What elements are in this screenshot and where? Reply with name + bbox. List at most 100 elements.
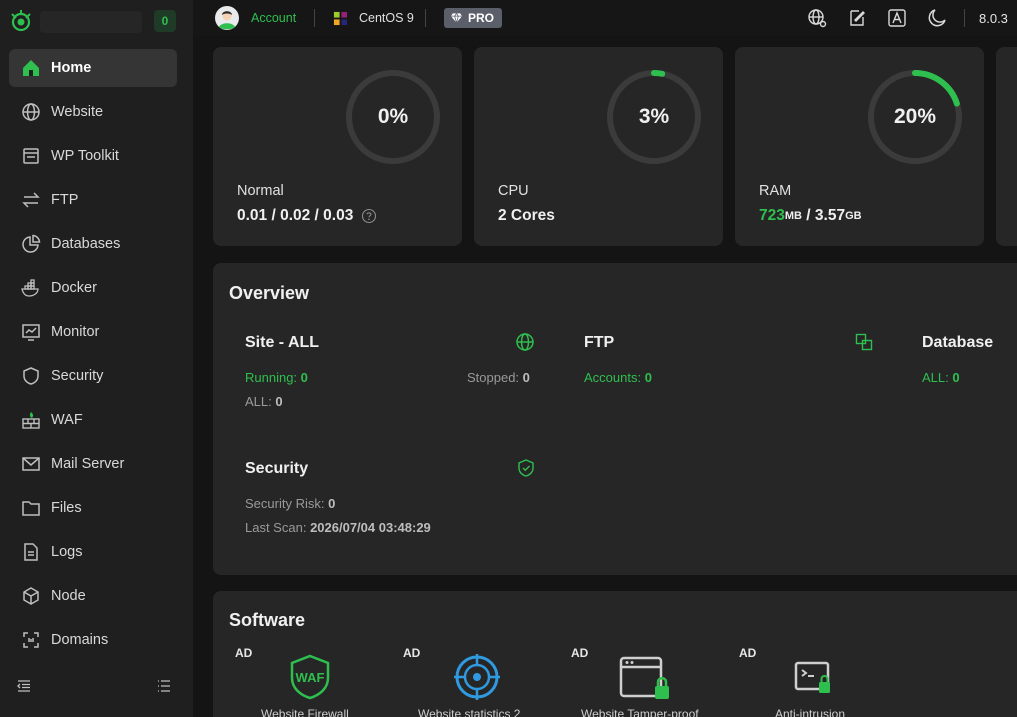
security-risk-count: 0 xyxy=(328,496,336,511)
help-icon[interactable] xyxy=(361,208,377,224)
ram-separator: / xyxy=(801,207,815,224)
mail-icon xyxy=(22,457,40,471)
load-average: 0.01 / 0.02 / 0.03 xyxy=(237,207,354,224)
ftp-accounts[interactable]: Accounts: 0 xyxy=(584,370,652,385)
statistics-radar-icon[interactable] xyxy=(454,654,500,700)
ram-percent: 20% xyxy=(893,105,937,128)
sidebar-item-label: WP Toolkit xyxy=(51,148,119,164)
os-label: CentOS 9 xyxy=(359,11,414,25)
shield-icon xyxy=(23,367,39,385)
version-label[interactable]: 8.0.3 xyxy=(979,0,1008,36)
sidebar-item-label: WAF xyxy=(51,412,83,428)
disk-card[interactable] xyxy=(996,47,1017,246)
sidebar-item-domains[interactable]: Domains xyxy=(9,621,177,659)
database-all[interactable]: ALL: 0 xyxy=(922,370,960,385)
pro-badge[interactable]: PRO xyxy=(444,8,503,28)
cube-icon xyxy=(23,587,39,605)
ftp-title[interactable]: FTP xyxy=(584,334,614,352)
security-title[interactable]: Security xyxy=(245,460,308,478)
divider xyxy=(964,9,965,27)
site-all-label: ALL: xyxy=(245,394,272,409)
moon-icon[interactable] xyxy=(927,8,947,28)
load-card[interactable]: 0% Normal 0.01 / 0.02 / 0.03 xyxy=(213,47,462,246)
sidebar-item-label: Website xyxy=(51,104,104,120)
svg-text:WAF: WAF xyxy=(296,670,325,685)
database-all-label: ALL: xyxy=(922,370,949,385)
globe-icon xyxy=(22,103,40,121)
site-stopped-label: Stopped: xyxy=(467,370,520,385)
shield-check-icon[interactable] xyxy=(516,458,536,478)
menu-list-icon[interactable] xyxy=(156,678,172,694)
site-title[interactable]: Site - ALL xyxy=(245,334,319,352)
alert-badge[interactable]: 0 xyxy=(154,10,176,32)
edit-note-icon[interactable] xyxy=(847,8,867,28)
software-name[interactable]: Website statistics 2 xyxy=(418,707,520,717)
sidebar-item-ftp[interactable]: FTP xyxy=(9,181,177,219)
sidebar-item-label: Domains xyxy=(51,632,109,648)
waf-icon[interactable]: WAF xyxy=(288,654,332,700)
ram-used: 723 xyxy=(759,207,785,224)
site-running-count: 0 xyxy=(300,370,308,385)
sidebar-item-security[interactable]: Security xyxy=(9,357,177,395)
ram-card[interactable]: 20% RAM 723 MB / 3.57 GB xyxy=(735,47,984,246)
centos-icon xyxy=(333,11,348,25)
ram-value: 723 MB / 3.57 GB xyxy=(759,207,862,225)
sidebar-item-label: Databases xyxy=(51,236,121,252)
software-name[interactable]: Website Tamper-proof xyxy=(581,707,699,717)
tamper-proof-icon[interactable] xyxy=(619,656,671,702)
software-name[interactable]: Anti-intrusion xyxy=(775,707,845,717)
sidebar-item-files[interactable]: Files xyxy=(9,489,177,527)
sidebar-item-waf[interactable]: WAF xyxy=(9,401,177,439)
collapse-sidebar-icon[interactable] xyxy=(16,678,32,694)
load-value: 0.01 / 0.02 / 0.03 xyxy=(237,207,377,225)
sidebar-item-databases[interactable]: Databases xyxy=(9,225,177,263)
server-name[interactable] xyxy=(40,11,142,33)
cpu-cores: 2 Cores xyxy=(498,207,555,224)
sidebar-item-home[interactable]: Home xyxy=(9,49,177,87)
topbar: Account CentOS 9 PRO 8.0.3 xyxy=(193,0,1017,36)
globe-icon[interactable] xyxy=(515,332,535,352)
load-label: Normal xyxy=(237,183,284,199)
monitor-icon xyxy=(22,324,40,341)
ram-total: 3.57 xyxy=(814,207,846,224)
ad-label: AD xyxy=(571,646,589,660)
sidebar-item-label: Logs xyxy=(51,544,83,560)
sidebar-footer xyxy=(0,675,193,699)
sidebar-item-node[interactable]: Node xyxy=(9,577,177,615)
sidebar-item-website[interactable]: Website xyxy=(9,93,177,131)
site-all[interactable]: ALL: 0 xyxy=(245,394,283,409)
sidebar-item-logs[interactable]: Logs xyxy=(9,533,177,571)
database-all-count: 0 xyxy=(952,370,960,385)
security-last-scan-time: 2026/07/04 03:48:29 xyxy=(310,520,431,535)
site-running-label: Running: xyxy=(245,370,298,385)
sidebar-item-monitor[interactable]: Monitor xyxy=(9,313,177,351)
sidebar-item-wp-toolkit[interactable]: WP Toolkit xyxy=(9,137,177,175)
account-label: Account xyxy=(251,11,297,25)
software-title: Software xyxy=(229,610,306,630)
sidebar-item-label: Security xyxy=(51,368,104,384)
divider xyxy=(314,9,315,27)
sidebar-item-label: Mail Server xyxy=(51,456,125,472)
ftp-link-icon[interactable] xyxy=(854,332,874,352)
anti-intrusion-icon[interactable] xyxy=(794,661,832,695)
folder-icon xyxy=(22,501,40,516)
cpu-label: CPU xyxy=(498,183,529,199)
security-risk[interactable]: Security Risk: 0 xyxy=(245,496,335,511)
site-stopped[interactable]: Stopped: 0 xyxy=(467,370,530,385)
software-name[interactable]: Website Firewall xyxy=(261,707,349,717)
logo-icon[interactable] xyxy=(9,9,33,33)
site-running[interactable]: Running: 0 xyxy=(245,370,308,385)
site-all-count: 0 xyxy=(275,394,283,409)
sidebar-item-docker[interactable]: Docker xyxy=(9,269,177,307)
web-settings-icon[interactable] xyxy=(807,8,827,28)
cpu-card[interactable]: 3% CPU 2 Cores xyxy=(474,47,723,246)
ram-used-unit: MB xyxy=(784,210,802,222)
sidebar: 0 Home Website WP Toolkit FTP Databases … xyxy=(0,0,193,717)
os-info[interactable]: CentOS 9 xyxy=(333,0,414,36)
translate-icon[interactable] xyxy=(887,8,907,28)
database-title[interactable]: Database xyxy=(922,334,993,352)
cpu-percent: 3% xyxy=(638,105,670,128)
account-menu[interactable]: Account xyxy=(215,0,296,36)
sidebar-item-mail-server[interactable]: Mail Server xyxy=(9,445,177,483)
overview-panel: Overview Site - ALL Running: 0 Stopped: … xyxy=(213,263,1017,575)
